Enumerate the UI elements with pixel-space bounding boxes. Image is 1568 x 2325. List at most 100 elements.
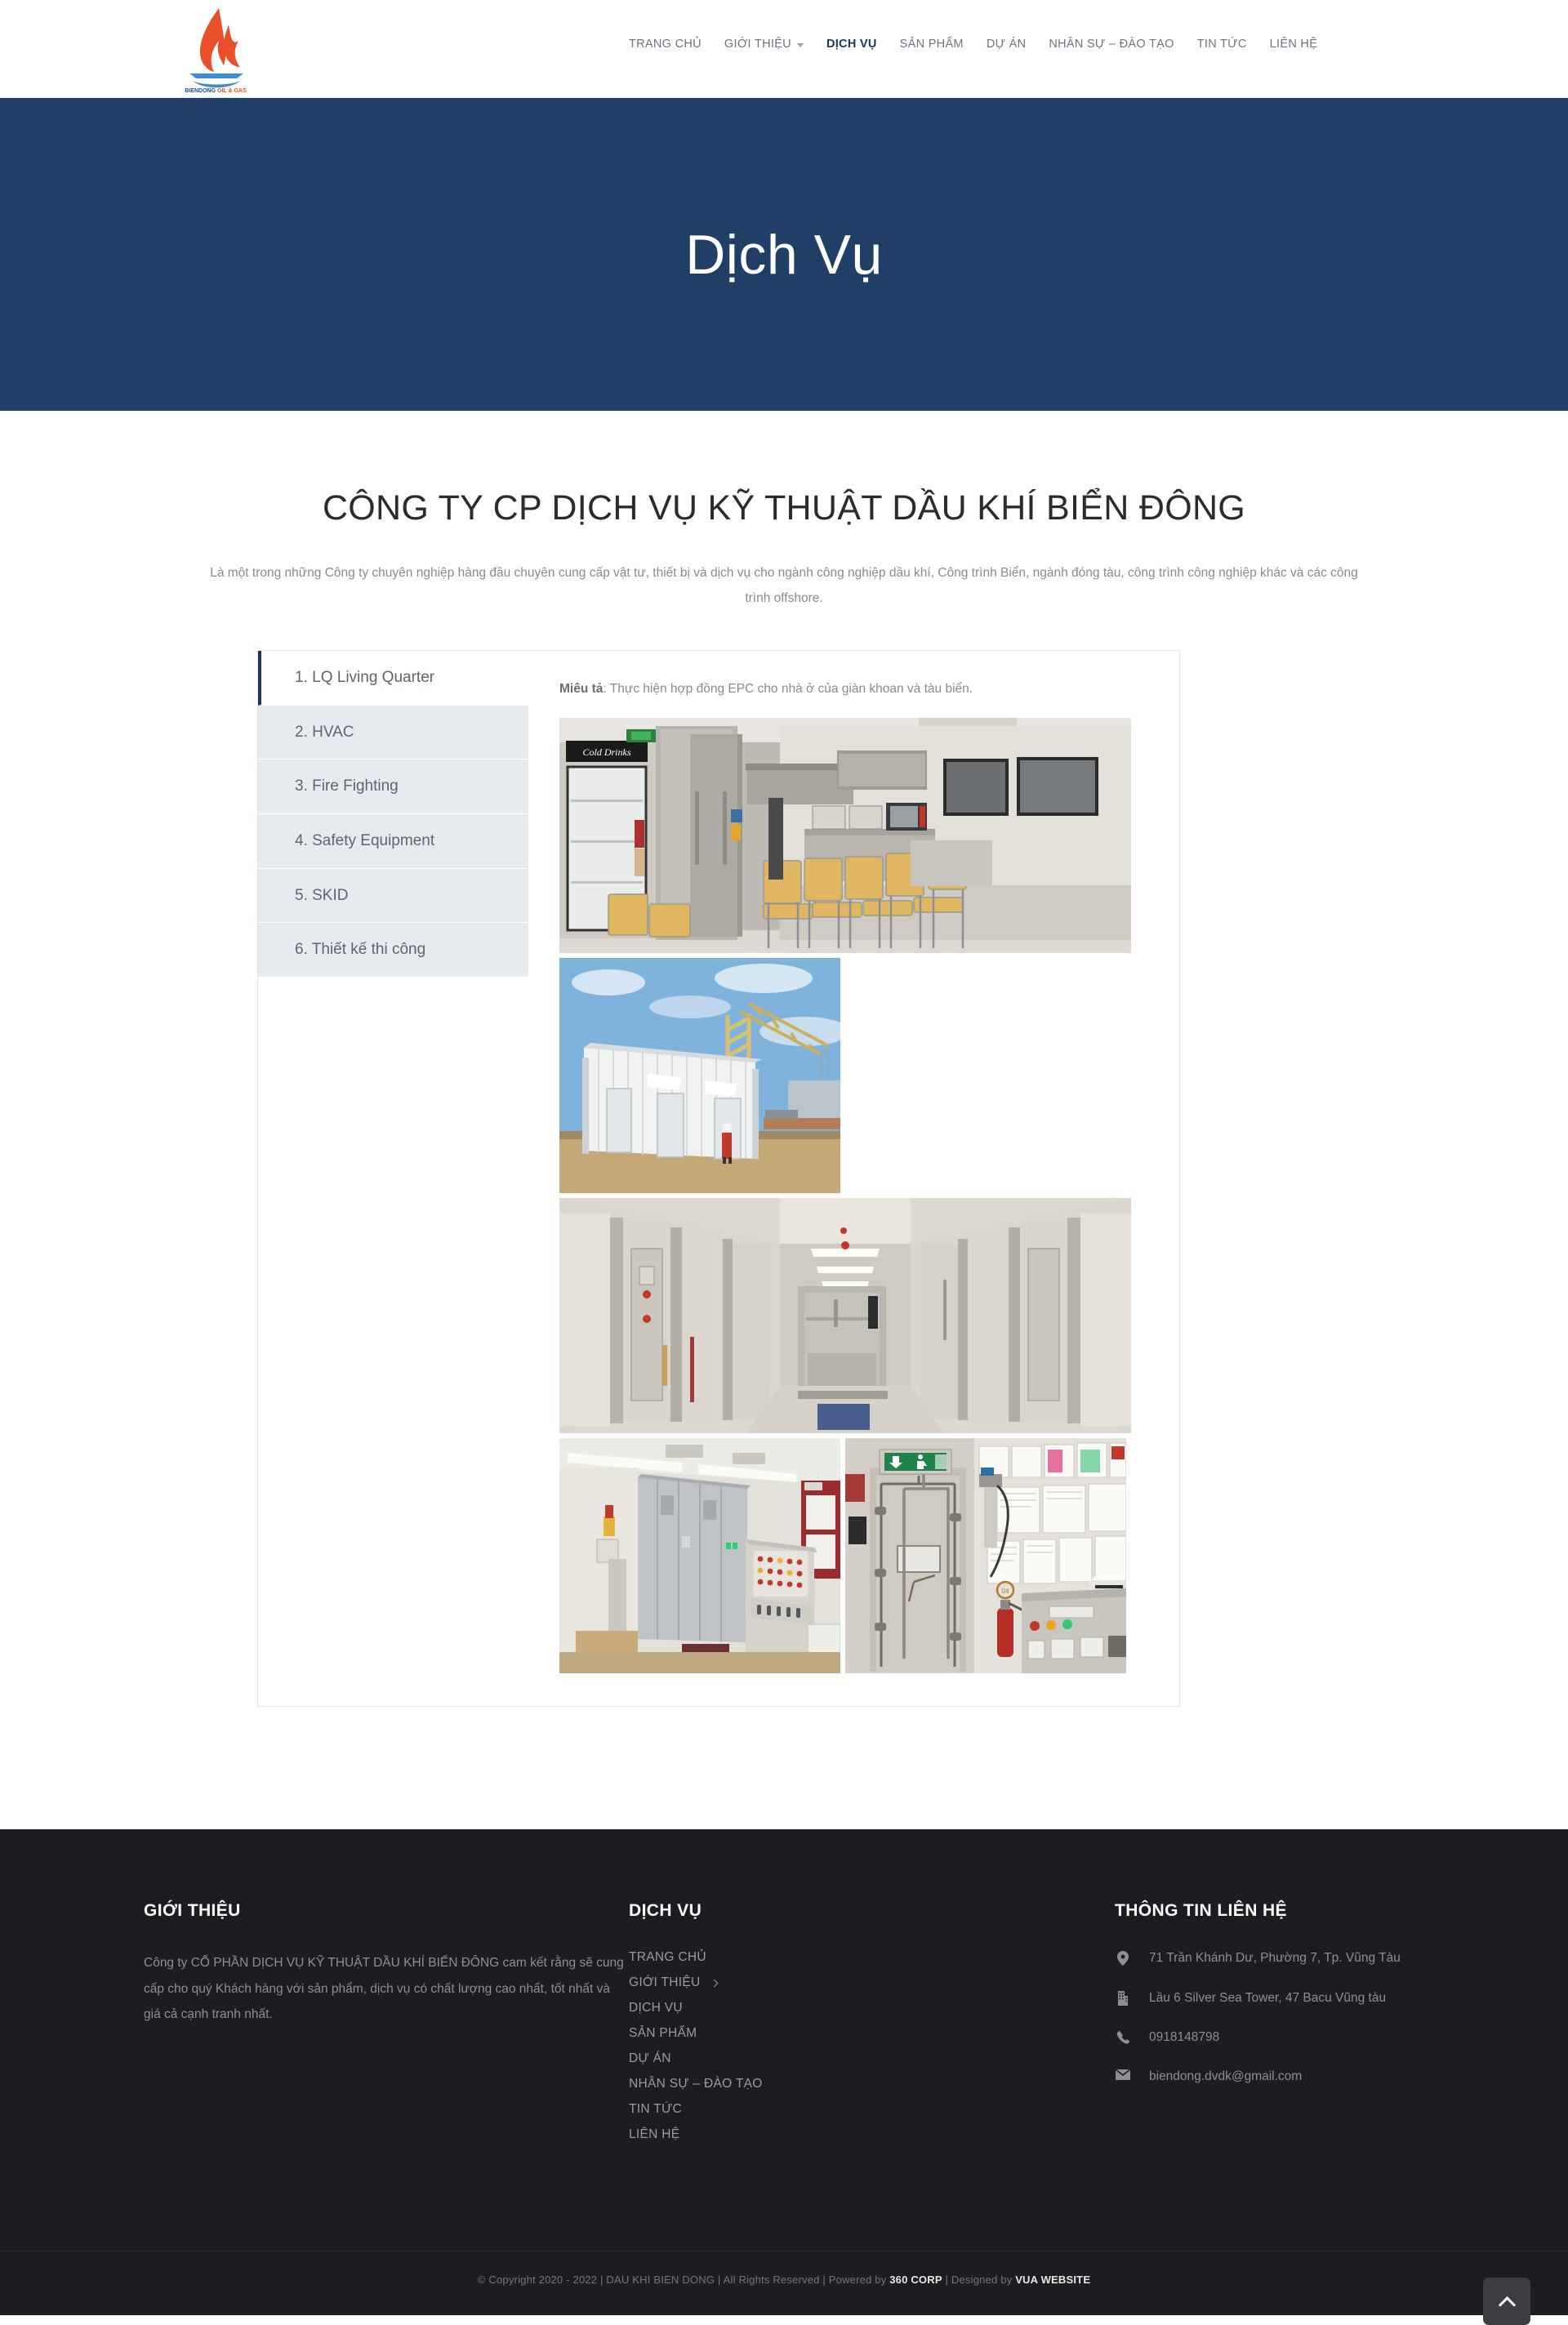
footer-link-gioi-thieu[interactable]: GIỚI THIỆU	[629, 1975, 718, 1990]
photo-accommodation-corridor[interactable]	[559, 1198, 1131, 1434]
chevron-down-icon	[796, 42, 804, 47]
nav-item-trang-chu[interactable]: TRANG CHỦ	[617, 38, 713, 51]
envelope-icon	[1115, 2069, 1131, 2080]
main-navigation: TRANG CHỦ GIỚI THIỆU DỊCH VỤ SẢN PHẨM DỰ…	[617, 38, 1329, 51]
contact-phone: 0918148798	[1115, 2029, 1437, 2046]
footer-link-dich-vu[interactable]: DỊCH VỤ	[629, 2001, 683, 2015]
main-content: CÔNG TY CP DỊCH VỤ KỸ THUẬT DẦU KHÍ BIỂN…	[0, 411, 1568, 1830]
footer-link-tin-tuc[interactable]: TIN TỨC	[629, 2102, 682, 2117]
footer-about-column: GIỚI THIỆU Công ty CỔ PHẦN DỊCH VỤ KỸ TH…	[131, 1901, 629, 2153]
list-item: LIÊN HỆ	[629, 2127, 1115, 2142]
footer-link-lien-he[interactable]: LIÊN HỆ	[629, 2127, 679, 2142]
contact-address-text: 71 Trần Khánh Dư, Phường 7, Tp. Vũng Tàu	[1149, 1951, 1401, 1966]
copyright-part1: © Copyright 2020 - 2022 | DAU KHI BIEN D…	[477, 2274, 890, 2287]
copyright-brand-vuawebsite: VUA WEBSITE	[1015, 2274, 1091, 2287]
footer-links-title: DỊCH VỤ	[629, 1901, 702, 1921]
photo-electrical-control-room[interactable]	[559, 1438, 840, 1674]
nav-label: LIÊN HỆ	[1269, 38, 1318, 51]
tab-skid[interactable]: 5. SKID	[258, 868, 528, 924]
site-footer: GIỚI THIỆU Công ty CỔ PHẦN DỊCH VỤ KỸ TH…	[0, 1829, 1568, 2325]
nav-item-nhan-su-dao-tao[interactable]: NHÂN SỰ – ĐÀO TẠO	[1037, 38, 1185, 51]
photo-galley-mess-room[interactable]: Cold Drinks	[559, 718, 1131, 954]
footer-link-san-pham[interactable]: SẢN PHẨM	[629, 2026, 697, 2041]
nav-item-san-pham[interactable]: SẢN PHẨM	[889, 38, 975, 51]
services-tabs-module: 1. LQ Living Quarter 2. HVAC 3. Fire Fig…	[257, 650, 1180, 1708]
copyright-brand-360corp: 360 CORP	[889, 2274, 942, 2287]
tab-lq-living-quarter[interactable]: 1. LQ Living Quarter	[258, 651, 528, 706]
nav-item-gioi-thieu[interactable]: GIỚI THIỆU	[713, 38, 815, 51]
list-item: DỊCH VỤ	[629, 2001, 1115, 2015]
copyright-text: © Copyright 2020 - 2022 | DAU KHI BIEN D…	[478, 2274, 1090, 2286]
services-tab-panel: Miêu tả: Thực hiện hợp đồng EPC cho nhà …	[528, 651, 1179, 1706]
chevron-up-icon	[1498, 2296, 1516, 2314]
nav-item-lien-he[interactable]: LIÊN HỆ	[1258, 38, 1330, 51]
list-item: TIN TỨC	[629, 2102, 1115, 2117]
photo-module-exterior-crane-image	[559, 958, 840, 1194]
nav-label: GIỚI THIỆU	[724, 38, 791, 51]
svg-text:BIENDONG OIL & GAS: BIENDONG OIL & GAS	[185, 88, 247, 94]
panel-description: Miêu tả: Thực hiện hợp đồng EPC cho nhà …	[559, 679, 1148, 700]
panel-description-label: Miêu tả	[559, 682, 604, 697]
photo-watertight-door-panel[interactable]: 04	[845, 1438, 1126, 1674]
page-title: Dịch Vụ	[685, 223, 883, 286]
nav-label: DỰ ÁN	[986, 38, 1027, 51]
hero-banner: Dịch Vụ	[0, 98, 1568, 411]
company-intro: Là một trong những Công ty chuyên nghiệp…	[210, 566, 1358, 606]
footer-link-label: LIÊN HỆ	[629, 2127, 680, 2142]
nav-label: DỊCH VỤ	[826, 38, 877, 51]
footer-link-du-an[interactable]: DỰ ÁN	[629, 2051, 671, 2066]
phone-icon	[1115, 2029, 1131, 2044]
nav-label: NHÂN SỰ – ĐÀO TẠO	[1049, 38, 1174, 51]
panel-description-text: : Thực hiện hợp đồng EPC cho nhà ở của g…	[603, 682, 973, 697]
nav-item-tin-tuc[interactable]: TIN TỨC	[1186, 38, 1258, 51]
footer-contact-title: THÔNG TIN LIÊN HỆ	[1115, 1901, 1287, 1921]
chevron-right-icon	[710, 1979, 718, 1988]
footer-link-label: NHÂN SỰ – ĐÀO TẠO	[629, 2077, 763, 2091]
site-logo[interactable]: BIENDONG OIL & GAS	[173, 5, 258, 95]
contact-phone-text: 0918148798	[1149, 2029, 1220, 2044]
footer-link-list: TRANG CHỦ GIỚI THIỆU DỊCH VỤ SẢN PHẨM DỰ…	[629, 1950, 1115, 2142]
nav-label: TIN TỨC	[1196, 38, 1247, 51]
contact-email-text: biendong.dvdk@gmail.com	[1149, 2069, 1303, 2083]
footer-columns: GIỚI THIỆU Công ty CỔ PHẦN DỊCH VỤ KỸ TH…	[131, 1901, 1437, 2251]
contact-email: biendong.dvdk@gmail.com	[1115, 2069, 1437, 2085]
site-header: BIENDONG OIL & GAS TRANG CHỦ GIỚI THIỆU …	[0, 0, 1568, 98]
footer-link-label: TRANG CHỦ	[629, 1950, 706, 1965]
footer-link-nhan-su-dao-tao[interactable]: NHÂN SỰ – ĐÀO TẠO	[629, 2077, 763, 2091]
photo-galley-mess-room-image: Cold Drinks	[559, 718, 1131, 954]
list-item: TRANG CHỦ	[629, 1950, 1115, 1965]
footer-links-column: DỊCH VỤ TRANG CHỦ GIỚI THIỆU DỊCH VỤ SẢN…	[629, 1901, 1115, 2153]
biendong-oil-gas-logo-icon: BIENDONG OIL & GAS	[185, 8, 247, 94]
list-item: GIỚI THIỆU	[629, 1975, 1115, 1990]
map-pin-icon	[1115, 1950, 1131, 1966]
photo-module-exterior-crane[interactable]	[559, 958, 840, 1194]
nav-label: SẢN PHẨM	[899, 38, 964, 51]
building-icon	[1115, 1990, 1131, 2006]
copyright-part2: | Designed by	[942, 2274, 1016, 2287]
contact-office-text: Lầu 6 Silver Sea Tower, 47 Bacu Vũng tàu	[1149, 1990, 1387, 2005]
photo-accommodation-corridor-image	[559, 1198, 1131, 1434]
contact-address: 71 Trần Khánh Dư, Phường 7, Tp. Vũng Tàu	[1115, 1950, 1437, 1966]
list-item: NHÂN SỰ – ĐÀO TẠO	[629, 2077, 1115, 2091]
tab-safety-equipment[interactable]: 4. Safety Equipment	[258, 813, 528, 869]
footer-link-label: SẢN PHẨM	[629, 2026, 697, 2041]
nav-item-du-an[interactable]: DỰ ÁN	[975, 38, 1038, 51]
list-item: DỰ ÁN	[629, 2051, 1115, 2066]
footer-link-label: TIN TỨC	[629, 2102, 682, 2117]
footer-link-label: GIỚI THIỆU	[629, 1975, 701, 1990]
company-heading: CÔNG TY CP DỊCH VỤ KỸ THUẬT DẦU KHÍ BIỂN…	[322, 488, 1246, 528]
tab-fire-fighting[interactable]: 3. Fire Fighting	[258, 759, 528, 814]
footer-contact-column: THÔNG TIN LIÊN HỆ 71 Trần Khánh Dư, Phườ…	[1115, 1901, 1437, 2153]
scroll-to-top-button[interactable]	[1483, 2278, 1530, 2325]
tab-hvac[interactable]: 2. HVAC	[258, 705, 528, 760]
photo-watertight-door-panel-image: 04	[845, 1438, 1126, 1674]
footer-link-label: DỊCH VỤ	[629, 2001, 683, 2015]
footer-about-title: GIỚI THIỆU	[144, 1901, 241, 1921]
footer-link-label: DỰ ÁN	[629, 2051, 671, 2066]
tab-thiet-ke-thi-cong[interactable]: 6. Thiết kế thi công	[258, 923, 528, 978]
nav-item-dich-vu[interactable]: DỊCH VỤ	[815, 38, 889, 51]
footer-link-trang-chu[interactable]: TRANG CHỦ	[629, 1950, 706, 1965]
contact-list: 71 Trần Khánh Dư, Phường 7, Tp. Vũng Tàu…	[1115, 1950, 1437, 2085]
list-item: SẢN PHẨM	[629, 2026, 1115, 2041]
svg-text:Cold Drinks: Cold Drinks	[582, 746, 630, 758]
